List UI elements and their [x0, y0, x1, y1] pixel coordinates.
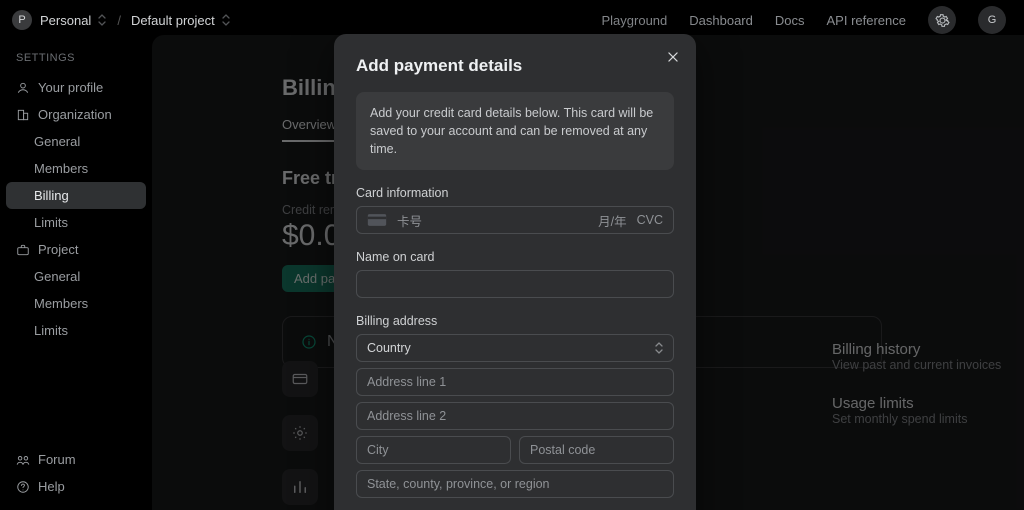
postal-code-input[interactable] [519, 436, 674, 464]
modal-info-text: Add your credit card details below. This… [356, 92, 674, 170]
sidebar-item-label: Forum [38, 452, 76, 467]
briefcase-icon [16, 243, 30, 257]
sidebar-item-label: Limits [34, 323, 68, 338]
sidebar-item-label: Organization [38, 107, 112, 122]
breadcrumb-project-label: Default project [131, 13, 215, 28]
sidebar-item-help[interactable]: Help [6, 473, 146, 500]
sidebar-item-your-profile[interactable]: Your profile [6, 74, 146, 101]
sidebar-item-proj-general[interactable]: General [6, 263, 146, 290]
address-line-1-input[interactable] [356, 368, 674, 396]
sidebar-item-label: Project [38, 242, 78, 257]
card-cvc-placeholder: CVC [637, 213, 663, 227]
sidebar-item-organization[interactable]: Organization [6, 101, 146, 128]
modal-title: Add payment details [356, 56, 674, 76]
chevron-updown-icon [221, 14, 231, 26]
sidebar-item-org-general[interactable]: General [6, 128, 146, 155]
chevron-updown-icon [97, 14, 107, 26]
building-icon [16, 108, 30, 122]
user-icon [16, 81, 30, 95]
gear-icon [935, 13, 950, 28]
forum-icon [16, 453, 30, 467]
modal-close-button[interactable] [666, 50, 680, 64]
nav-dashboard[interactable]: Dashboard [689, 13, 753, 28]
credit-card-icon [367, 213, 387, 227]
nav-api-reference[interactable]: API reference [827, 13, 907, 28]
card-info-label: Card information [356, 186, 674, 200]
country-select-text: Country [356, 334, 674, 362]
name-on-card-label: Name on card [356, 250, 674, 264]
sidebar-item-proj-members[interactable]: Members [6, 290, 146, 317]
sidebar-item-org-members[interactable]: Members [6, 155, 146, 182]
address-line-2-input[interactable] [356, 402, 674, 430]
sidebar: SETTINGS Your profile Organization Gener… [0, 40, 152, 510]
sidebar-item-label: Billing [34, 188, 69, 203]
sidebar-item-label: Members [34, 296, 88, 311]
state-region-input[interactable] [356, 470, 674, 498]
name-on-card-input[interactable] [356, 270, 674, 298]
breadcrumb-workspace-label: Personal [40, 13, 91, 28]
sidebar-item-label: Limits [34, 215, 68, 230]
sidebar-item-project[interactable]: Project [6, 236, 146, 263]
help-icon [16, 480, 30, 494]
nav-playground[interactable]: Playground [601, 13, 667, 28]
sidebar-item-org-limits[interactable]: Limits [6, 209, 146, 236]
sidebar-heading: SETTINGS [6, 46, 146, 74]
top-right-nav: Playground Dashboard Docs API reference … [601, 6, 1006, 34]
nav-docs[interactable]: Docs [775, 13, 805, 28]
sidebar-item-proj-limits[interactable]: Limits [6, 317, 146, 344]
breadcrumb-workspace[interactable]: Personal [40, 13, 107, 28]
sidebar-item-forum[interactable]: Forum [6, 446, 146, 473]
sidebar-item-label: General [34, 134, 80, 149]
breadcrumb-separator: / [117, 13, 121, 28]
card-number-placeholder: 卡号 [397, 211, 588, 230]
close-icon [666, 50, 680, 64]
workspace-avatar[interactable]: P [12, 10, 32, 30]
sidebar-item-label: Your profile [38, 80, 103, 95]
billing-address-label: Billing address [356, 314, 674, 328]
settings-icon-button[interactable] [928, 6, 956, 34]
card-input-combined[interactable]: 卡号 月/年 CVC [356, 206, 674, 234]
add-payment-modal: Add payment details Add your credit card… [334, 34, 696, 510]
breadcrumb-project[interactable]: Default project [131, 13, 231, 28]
sidebar-item-label: General [34, 269, 80, 284]
card-expiry-placeholder: 月/年 [598, 211, 626, 230]
user-avatar[interactable]: G [978, 6, 1006, 34]
city-input[interactable] [356, 436, 511, 464]
sidebar-item-label: Help [38, 479, 65, 494]
country-select[interactable]: Country [356, 334, 674, 362]
sidebar-item-org-billing[interactable]: Billing [6, 182, 146, 209]
sidebar-item-label: Members [34, 161, 88, 176]
